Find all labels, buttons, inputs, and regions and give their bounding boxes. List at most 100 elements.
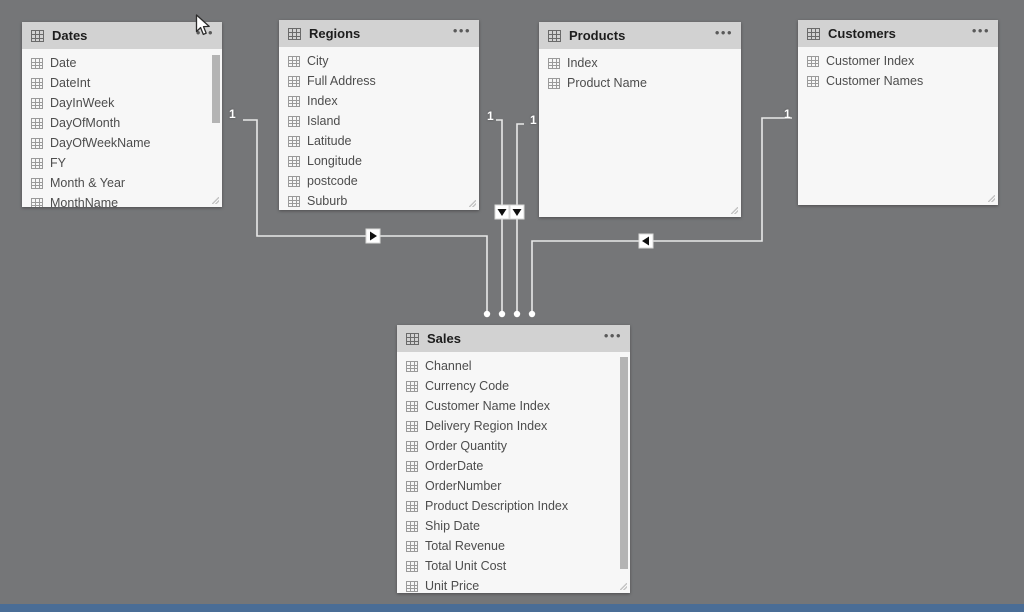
field-label: Date: [50, 56, 77, 70]
field-row[interactable]: Latitude: [279, 131, 479, 151]
field-row[interactable]: Customer Name Index: [397, 396, 630, 416]
status-bar: [0, 604, 1024, 612]
field-row[interactable]: Customer Index: [798, 51, 998, 71]
table-menu-button-customers[interactable]: •••: [972, 24, 990, 40]
table-header-customers[interactable]: Customers •••: [798, 20, 998, 47]
table-menu-button-products[interactable]: •••: [715, 26, 733, 42]
column-icon: [406, 580, 418, 592]
field-row[interactable]: City: [279, 51, 479, 71]
scrollbar-thumb[interactable]: [620, 357, 628, 569]
field-row[interactable]: Currency Code: [397, 376, 630, 396]
field-label: Customer Names: [826, 74, 924, 88]
resize-grip-customers[interactable]: [988, 195, 995, 202]
field-label: Island: [307, 114, 341, 128]
field-row[interactable]: Total Revenue: [397, 536, 630, 556]
resize-grip-regions[interactable]: [469, 200, 476, 207]
field-row[interactable]: Index: [279, 91, 479, 111]
field-row[interactable]: Customer Names: [798, 71, 998, 91]
column-icon: [31, 177, 43, 189]
field-row[interactable]: Full Address: [279, 71, 479, 91]
down-arrow-direction-marker[interactable]: [509, 204, 525, 220]
field-row[interactable]: Channel: [397, 356, 630, 376]
table-icon: [406, 332, 419, 345]
relationship-line-products-to-sales[interactable]: [516, 123, 524, 314]
field-row[interactable]: OrderNumber: [397, 476, 630, 496]
column-icon: [406, 480, 418, 492]
table-header-dates[interactable]: Dates •••: [22, 22, 222, 49]
field-row[interactable]: Order Quantity: [397, 436, 630, 456]
one-side-cardinality-label: 1: [530, 113, 537, 127]
table-field-list-sales[interactable]: Channel Currency Code Customer Name Index D…: [397, 352, 630, 593]
field-label: DayInWeek: [50, 96, 115, 110]
table-header-products[interactable]: Products •••: [539, 22, 741, 49]
column-icon: [288, 135, 300, 147]
field-label: postcode: [307, 174, 358, 188]
table-box-sales[interactable]: Sales ••• Channel Currency Code Customer Nam…: [397, 325, 630, 593]
model-canvas[interactable]: 1 1 1 1 Dates ••• Date DateInt DayInWeek DayOfMo…: [0, 0, 1024, 604]
table-field-list-dates[interactable]: Date DateInt DayInWeek DayOfMonth DayOfWeekN…: [22, 49, 222, 207]
table-box-regions[interactable]: Regions ••• City Full Address Index Island Lat…: [279, 20, 479, 210]
table-menu-button-regions[interactable]: •••: [453, 24, 471, 40]
table-box-dates[interactable]: Dates ••• Date DateInt DayInWeek DayOfMonth Da…: [22, 22, 222, 207]
down-arrow-direction-marker[interactable]: [494, 204, 510, 220]
table-menu-button-sales[interactable]: •••: [604, 329, 622, 345]
table-header-sales[interactable]: Sales •••: [397, 325, 630, 352]
table-title-customers: Customers: [828, 26, 896, 41]
field-row[interactable]: Suburb: [279, 191, 479, 210]
many-side-marker: [513, 310, 521, 318]
table-title-sales: Sales: [427, 331, 461, 346]
field-row[interactable]: DayOfWeekName: [22, 133, 222, 153]
field-row[interactable]: Product Description Index: [397, 496, 630, 516]
scrollbar-thumb[interactable]: [212, 55, 220, 123]
field-label: City: [307, 54, 329, 68]
column-icon: [31, 117, 43, 129]
field-label: Unit Price: [425, 579, 480, 593]
field-row[interactable]: MonthName: [22, 193, 222, 207]
table-box-products[interactable]: Products ••• Index Product Name: [539, 22, 741, 217]
field-label: Index: [307, 94, 338, 108]
column-icon: [288, 115, 300, 127]
column-icon: [31, 57, 43, 69]
column-icon: [31, 157, 43, 169]
field-row[interactable]: Island: [279, 111, 479, 131]
field-row[interactable]: DayOfMonth: [22, 113, 222, 133]
table-field-list-products[interactable]: Index Product Name: [539, 49, 741, 217]
field-row[interactable]: Longitude: [279, 151, 479, 171]
column-icon: [288, 95, 300, 107]
field-row[interactable]: Month & Year: [22, 173, 222, 193]
field-row[interactable]: Index: [539, 53, 741, 73]
field-row[interactable]: Total Unit Cost: [397, 556, 630, 576]
resize-grip-sales[interactable]: [620, 583, 627, 590]
field-row[interactable]: Delivery Region Index: [397, 416, 630, 436]
table-icon: [548, 29, 561, 42]
resize-grip-products[interactable]: [731, 207, 738, 214]
field-row[interactable]: FY: [22, 153, 222, 173]
resize-grip-dates[interactable]: [212, 197, 219, 204]
field-row[interactable]: DayInWeek: [22, 93, 222, 113]
relationship-line-regions-to-sales[interactable]: [496, 119, 503, 314]
one-side-cardinality-label: 1: [229, 107, 236, 121]
right-arrow-direction-marker[interactable]: [365, 228, 381, 244]
left-arrow-direction-marker[interactable]: [638, 233, 654, 249]
vertical-scrollbar-sales[interactable]: [620, 354, 628, 588]
field-row[interactable]: postcode: [279, 171, 479, 191]
field-label: Currency Code: [425, 379, 510, 393]
field-label: Order Quantity: [425, 439, 507, 453]
field-label: OrderNumber: [425, 479, 502, 493]
table-box-customers[interactable]: Customers ••• Customer Index Customer Names: [798, 20, 998, 205]
many-side-marker: [483, 310, 491, 318]
field-label: Total Unit Cost: [425, 559, 507, 573]
field-row[interactable]: Product Name: [539, 73, 741, 93]
column-icon: [406, 380, 418, 392]
field-row[interactable]: Date: [22, 53, 222, 73]
table-title-regions: Regions: [309, 26, 361, 41]
field-row[interactable]: DateInt: [22, 73, 222, 93]
field-row[interactable]: Ship Date: [397, 516, 630, 536]
table-header-regions[interactable]: Regions •••: [279, 20, 479, 47]
vertical-scrollbar-dates[interactable]: [212, 51, 220, 202]
table-field-list-regions[interactable]: City Full Address Index Island Latitude Longi…: [279, 47, 479, 210]
field-row[interactable]: Unit Price: [397, 576, 630, 593]
table-menu-button-dates[interactable]: •••: [196, 26, 214, 42]
table-field-list-customers[interactable]: Customer Index Customer Names: [798, 47, 998, 205]
field-row[interactable]: OrderDate: [397, 456, 630, 476]
